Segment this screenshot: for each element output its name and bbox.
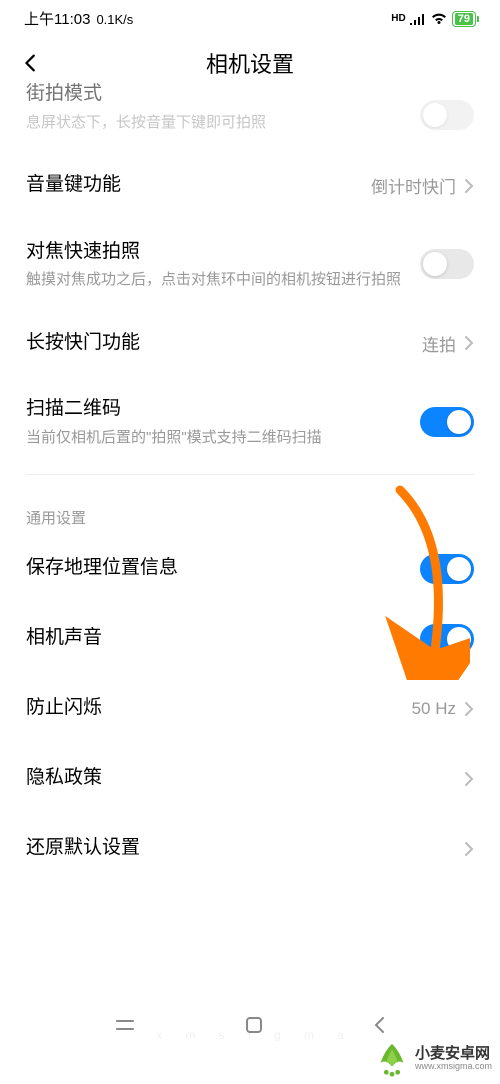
item-value: 倒计时快门	[371, 173, 456, 198]
page-title: 相机设置	[42, 47, 458, 79]
watermark-name: 小麦安卓网	[415, 1046, 492, 1063]
item-title: 扫描二维码	[26, 396, 420, 423]
settings-list: 街拍模式 息屏状态下，长按音量下键即可拍照 音量键功能 倒计时快门 对焦快速拍照…	[0, 97, 500, 884]
item-desc: 息屏状态下，长按音量下键即可拍照	[26, 112, 420, 133]
item-title: 对焦快速拍照	[26, 239, 420, 266]
toggle-qr[interactable]	[420, 407, 474, 437]
item-volume-key[interactable]: 音量键功能 倒计时快门	[0, 151, 500, 221]
item-street-snap[interactable]: 街拍模式 息屏状态下，长按音量下键即可拍照	[0, 97, 500, 151]
toggle-street-snap[interactable]	[420, 100, 474, 130]
hd-indicator: HD	[391, 13, 405, 24]
item-location[interactable]: 保存地理位置信息	[0, 534, 500, 604]
back-button[interactable]	[20, 52, 42, 74]
status-net-speed: 0.1K/s	[96, 12, 133, 27]
nav-back-icon[interactable]	[372, 1015, 386, 1035]
nav-bar	[0, 1006, 500, 1044]
section-general: 通用设置	[0, 483, 500, 534]
item-desc: 当前仅相机后置的"拍照"模式支持二维码扫描	[26, 427, 420, 448]
status-bar: 上午11:03 0.1K/s HD 79	[0, 0, 500, 33]
item-title: 长按快门功能	[26, 330, 422, 357]
nav-recent-icon[interactable]	[114, 1014, 136, 1036]
toggle-sound[interactable]	[420, 624, 474, 654]
divider	[26, 474, 474, 475]
item-title: 防止闪烁	[26, 695, 412, 722]
item-flicker[interactable]: 防止闪烁 50 Hz	[0, 674, 500, 744]
chevron-right-icon	[464, 701, 474, 717]
watermark-logo-icon	[373, 1040, 411, 1078]
toggle-location[interactable]	[420, 554, 474, 584]
item-value: 50 Hz	[412, 699, 456, 719]
chevron-right-icon	[464, 335, 474, 351]
chevron-right-icon	[464, 771, 474, 787]
toggle-focus-shoot[interactable]	[420, 249, 474, 279]
item-sound[interactable]: 相机声音	[0, 604, 500, 674]
nav-home-icon[interactable]	[244, 1015, 264, 1035]
watermark-url: www.xmsigma.com	[415, 1062, 492, 1072]
battery-indicator: 79	[452, 11, 476, 27]
item-long-press[interactable]: 长按快门功能 连拍	[0, 308, 500, 378]
signal-icon	[410, 13, 426, 25]
item-title: 音量键功能	[26, 172, 371, 199]
item-privacy[interactable]: 隐私政策	[0, 744, 500, 814]
item-reset[interactable]: 还原默认设置	[0, 814, 500, 884]
item-value: 连拍	[422, 331, 456, 356]
item-desc: 触摸对焦成功之后，点击对焦环中间的相机按钮进行拍照	[26, 269, 420, 290]
item-qr[interactable]: 扫描二维码 当前仅相机后置的"拍照"模式支持二维码扫描	[0, 378, 500, 466]
item-title: 保存地理位置信息	[26, 555, 420, 582]
wifi-icon	[430, 12, 448, 26]
chevron-right-icon	[464, 841, 474, 857]
item-focus-shoot[interactable]: 对焦快速拍照 触摸对焦成功之后，点击对焦环中间的相机按钮进行拍照	[0, 221, 500, 309]
item-title: 相机声音	[26, 625, 420, 652]
status-time: 上午11:03	[24, 8, 90, 29]
watermark: 小麦安卓网 www.xmsigma.com	[373, 1040, 492, 1078]
item-title: 隐私政策	[26, 765, 464, 792]
chevron-right-icon	[464, 178, 474, 194]
item-title: 还原默认设置	[26, 835, 464, 862]
item-title: 街拍模式	[26, 81, 420, 108]
